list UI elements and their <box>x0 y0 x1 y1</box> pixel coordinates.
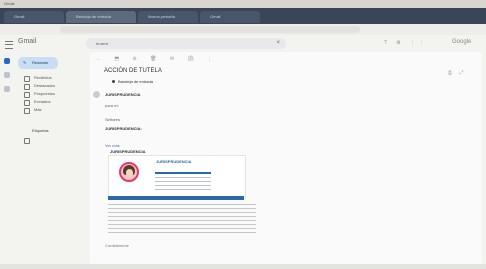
sidebar-item-label-entry[interactable] <box>22 136 82 144</box>
sender-name[interactable]: JURISPRUDENCIA <box>105 92 141 97</box>
body-lead: JURISPRUDENCIA: <box>105 126 142 131</box>
message-body: JURISPRUDENCIA: <box>105 126 477 131</box>
browser-tab[interactable]: Gmail <box>200 11 260 23</box>
search-input[interactable]: in:sent <box>96 38 108 49</box>
google-account[interactable]: Google <box>452 39 471 45</box>
greeting: Señores <box>105 117 120 122</box>
search-bar[interactable]: in:sent × <box>86 38 286 49</box>
compose-button[interactable]: ✎ Redactar <box>18 57 58 69</box>
recipient-line[interactable]: para mí <box>105 103 119 108</box>
tab-bar: Gmail Bandeja de entrada Nueva pestaña G… <box>0 8 486 24</box>
label-text: Bandeja de entrada <box>118 79 153 84</box>
sidebar-item-label: Destacados <box>34 83 56 88</box>
clear-search-icon[interactable]: × <box>276 38 280 49</box>
labels-heading: Etiquetas <box>32 128 49 133</box>
signature: Cordialmente <box>105 243 129 248</box>
sidebar-item-label: Recibidos <box>34 75 52 80</box>
section-title: JURISPRUDENCIA <box>110 149 146 154</box>
message-toolbar[interactable]: ← ⬒ ⊘ 🗑 ✉ ⏲ ⋮ <box>96 56 218 62</box>
compose-label: Redactar <box>32 60 49 65</box>
taskbar <box>0 264 486 269</box>
sidebar-item-label: Más <box>34 107 42 112</box>
print-open-icons[interactable]: ⎙ ⤢ <box>448 70 466 76</box>
sidebar-item-label: Pospuestos <box>34 91 55 96</box>
browser-tab[interactable]: Gmail <box>4 11 64 23</box>
chevron-down-icon <box>24 108 30 114</box>
header-icons[interactable]: ? ⚙ ⋮⋮ <box>384 40 428 46</box>
sidebar-item-inbox[interactable]: Recibidos <box>22 74 82 82</box>
main-menu-icon[interactable] <box>5 41 13 49</box>
sidebar: Recibidos Destacados Pospuestos Enviados… <box>22 74 82 144</box>
gmail-logo-text: Gmail <box>18 38 37 45</box>
message-paragraph <box>108 204 256 236</box>
card-footer <box>108 196 244 200</box>
mail-icon[interactable] <box>4 58 10 64</box>
app-rail <box>4 58 14 100</box>
meet-icon[interactable] <box>4 86 10 92</box>
message-subject: ACCIÓN DE TUTELA <box>104 68 162 74</box>
inbox-label-badge[interactable]: Bandeja de entrada <box>112 79 153 84</box>
label-icon <box>24 138 30 144</box>
browser-tab[interactable]: Bandeja de entrada <box>66 11 136 23</box>
url-field[interactable] <box>60 26 360 33</box>
label-dot-icon <box>112 80 115 83</box>
avatar[interactable] <box>93 91 100 98</box>
message-link[interactable]: Ver más <box>105 143 120 148</box>
sidebar-item-snoozed[interactable]: Pospuestos <box>22 90 82 98</box>
address-bar <box>0 24 486 35</box>
window-title-bar: Gmail <box>0 0 486 8</box>
browser-tab[interactable]: Nueva pestaña <box>138 11 198 23</box>
sidebar-item-more[interactable]: Más <box>22 106 82 114</box>
sidebar-item-label: Enviados <box>34 99 51 104</box>
window-title: Gmail <box>4 1 15 6</box>
card-title: JURISPRUDENCIA <box>156 159 192 164</box>
gmail-logo[interactable]: Gmail <box>18 38 36 45</box>
chat-icon[interactable] <box>4 72 10 78</box>
card-text <box>155 172 211 193</box>
sidebar-item-sent[interactable]: Enviados <box>22 98 82 106</box>
sidebar-item-starred[interactable]: Destacados <box>22 82 82 90</box>
profile-photo <box>119 162 139 182</box>
pencil-icon: ✎ <box>23 60 27 65</box>
